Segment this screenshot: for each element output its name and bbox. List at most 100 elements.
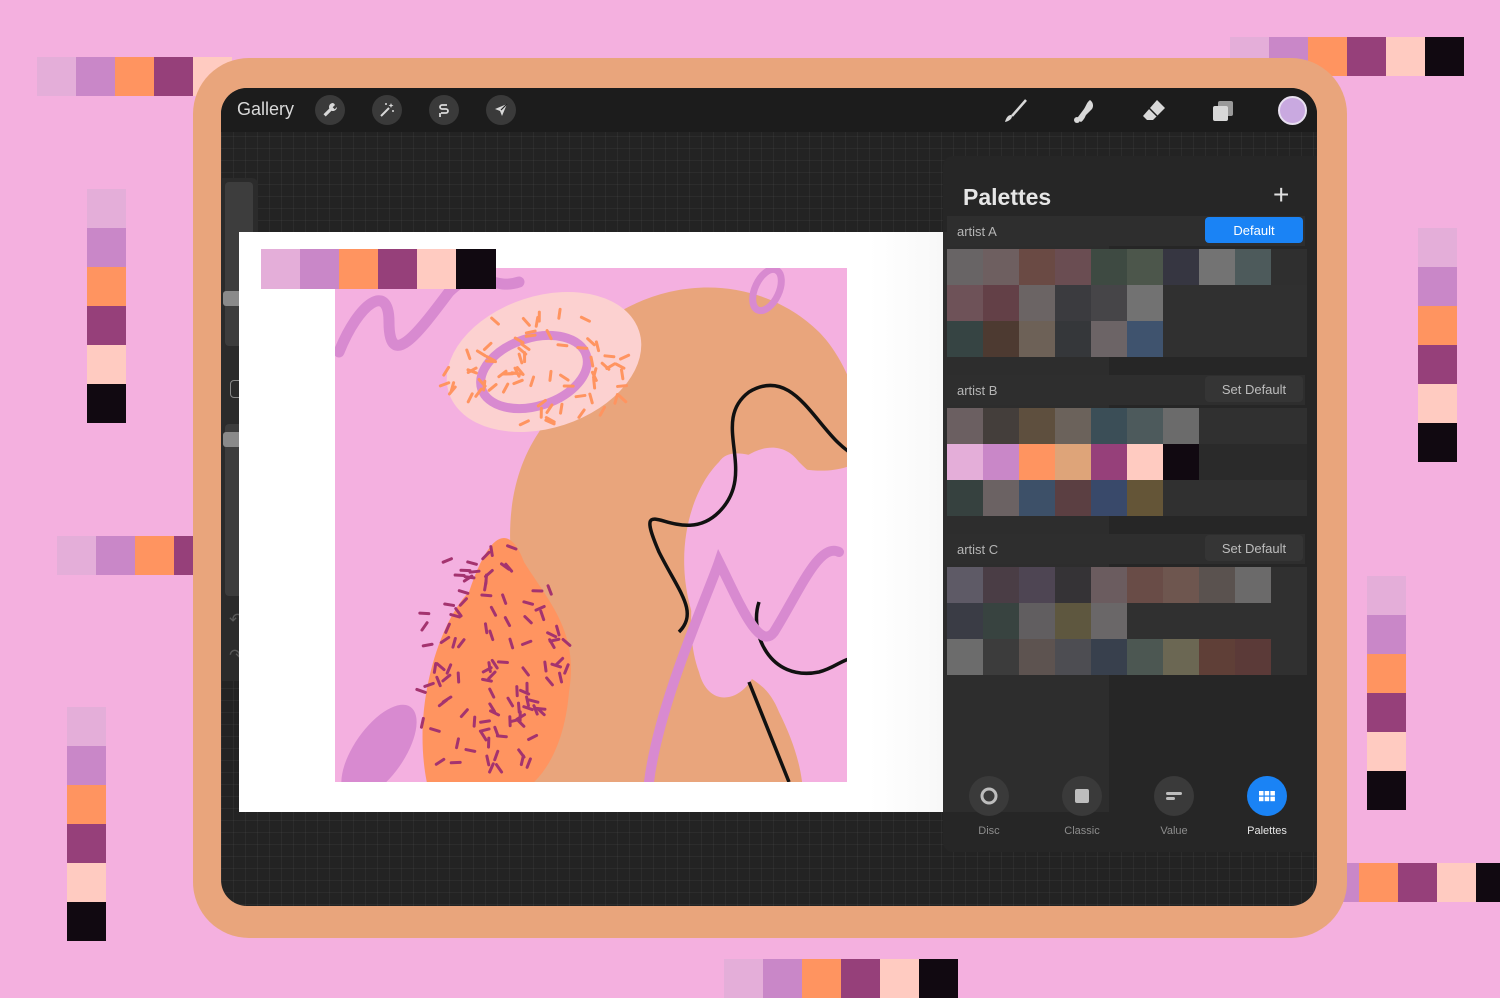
palette-swatch[interactable] <box>1199 480 1235 516</box>
current-color-button[interactable] <box>1278 96 1307 125</box>
palette-swatch[interactable] <box>1091 444 1127 480</box>
gallery-button[interactable]: Gallery <box>237 99 294 120</box>
palette-swatch[interactable] <box>947 639 983 675</box>
palette-swatch[interactable] <box>1019 567 1055 603</box>
palette-header-c[interactable]: artist C Set Default <box>947 534 1305 564</box>
palette-swatch[interactable] <box>1163 321 1199 357</box>
palette-swatch[interactable] <box>1127 321 1163 357</box>
palette-swatch[interactable] <box>1019 444 1055 480</box>
smudge-icon[interactable] <box>1070 96 1100 126</box>
palette-swatch[interactable] <box>1163 567 1199 603</box>
tab-value[interactable]: Value <box>1139 776 1209 837</box>
wrench-icon[interactable] <box>315 95 345 125</box>
palette-swatch[interactable] <box>983 603 1019 639</box>
palette-swatch[interactable] <box>1019 480 1055 516</box>
palette-swatch[interactable] <box>1235 408 1271 444</box>
palette-swatch[interactable] <box>1091 249 1127 285</box>
palette-swatch[interactable] <box>1199 321 1235 357</box>
palette-swatch[interactable] <box>1127 444 1163 480</box>
palette-swatch[interactable] <box>1091 639 1127 675</box>
palette-swatch[interactable] <box>1199 249 1235 285</box>
palette-swatch[interactable] <box>1199 444 1235 480</box>
palette-swatch[interactable] <box>1271 639 1307 675</box>
palette-swatch[interactable] <box>1235 249 1271 285</box>
palette-swatch[interactable] <box>1091 567 1127 603</box>
tab-palettes[interactable]: Palettes <box>1232 776 1302 837</box>
palette-swatch[interactable] <box>1019 249 1055 285</box>
palette-swatch[interactable] <box>1127 249 1163 285</box>
palette-swatch[interactable] <box>947 249 983 285</box>
palette-swatch[interactable] <box>947 603 983 639</box>
palette-swatch[interactable] <box>1271 444 1307 480</box>
palette-swatch[interactable] <box>1163 249 1199 285</box>
palette-swatch[interactable] <box>1127 480 1163 516</box>
palette-header-b[interactable]: artist B Set Default <box>947 375 1305 405</box>
palette-swatch[interactable] <box>983 444 1019 480</box>
palette-swatch[interactable] <box>1055 444 1091 480</box>
default-button[interactable]: Default <box>1205 217 1303 243</box>
palette-swatch[interactable] <box>1019 603 1055 639</box>
palette-swatch[interactable] <box>1091 321 1127 357</box>
selection-icon[interactable] <box>429 95 459 125</box>
palette-swatch[interactable] <box>1091 285 1127 321</box>
palette-header-a[interactable]: artist A Default <box>947 216 1305 246</box>
tab-disc[interactable]: Disc <box>954 776 1024 837</box>
palette-swatch[interactable] <box>983 408 1019 444</box>
palette-swatch[interactable] <box>1055 321 1091 357</box>
palette-swatch[interactable] <box>1235 639 1271 675</box>
palette-swatch[interactable] <box>1055 480 1091 516</box>
palette-swatch[interactable] <box>1271 567 1307 603</box>
palette-swatch[interactable] <box>1163 639 1199 675</box>
palette-swatch[interactable] <box>1091 480 1127 516</box>
set-default-button[interactable]: Set Default <box>1205 376 1303 402</box>
palette-swatch[interactable] <box>1127 567 1163 603</box>
transform-arrow-icon[interactable] <box>486 95 516 125</box>
palette-swatch[interactable] <box>1199 408 1235 444</box>
palette-swatch[interactable] <box>947 285 983 321</box>
palette-swatch[interactable] <box>1235 480 1271 516</box>
palette-swatch[interactable] <box>1127 285 1163 321</box>
palette-swatch[interactable] <box>1271 285 1307 321</box>
palette-swatch[interactable] <box>983 639 1019 675</box>
palette-swatch[interactable] <box>1235 285 1271 321</box>
palette-swatch[interactable] <box>983 480 1019 516</box>
palette-swatch[interactable] <box>1055 603 1091 639</box>
palette-swatch[interactable] <box>1091 408 1127 444</box>
palette-swatch[interactable] <box>1235 321 1271 357</box>
palette-swatch[interactable] <box>1199 639 1235 675</box>
palette-swatch[interactable] <box>947 567 983 603</box>
palette-swatch[interactable] <box>1271 249 1307 285</box>
palette-swatch[interactable] <box>1199 603 1235 639</box>
set-default-button[interactable]: Set Default <box>1205 535 1303 561</box>
palette-swatch[interactable] <box>1163 480 1199 516</box>
palette-swatch[interactable] <box>1235 567 1271 603</box>
palette-swatch[interactable] <box>1199 567 1235 603</box>
palette-swatch[interactable] <box>1127 603 1163 639</box>
palette-swatch[interactable] <box>947 480 983 516</box>
palette-swatch[interactable] <box>1271 603 1307 639</box>
palette-swatch[interactable] <box>1271 321 1307 357</box>
palette-swatch[interactable] <box>1271 408 1307 444</box>
palette-swatch[interactable] <box>1055 639 1091 675</box>
palette-swatch[interactable] <box>983 249 1019 285</box>
eraser-icon[interactable] <box>1139 96 1169 126</box>
palette-swatch[interactable] <box>1163 285 1199 321</box>
palette-swatch[interactable] <box>1091 603 1127 639</box>
magic-wand-icon[interactable] <box>372 95 402 125</box>
palette-swatch[interactable] <box>1055 567 1091 603</box>
palette-swatch[interactable] <box>983 567 1019 603</box>
palette-swatch[interactable] <box>1163 444 1199 480</box>
palette-swatch[interactable] <box>1127 408 1163 444</box>
palette-swatch[interactable] <box>1019 285 1055 321</box>
palette-swatch[interactable] <box>1163 408 1199 444</box>
palette-swatch[interactable] <box>1271 480 1307 516</box>
palette-swatch[interactable] <box>947 444 983 480</box>
palette-swatch[interactable] <box>983 321 1019 357</box>
palette-swatch[interactable] <box>1019 321 1055 357</box>
tab-classic[interactable]: Classic <box>1047 776 1117 837</box>
palette-swatch[interactable] <box>1235 444 1271 480</box>
palette-swatch[interactable] <box>1235 603 1271 639</box>
palette-swatch[interactable] <box>947 321 983 357</box>
palette-swatch[interactable] <box>1127 639 1163 675</box>
palette-swatch[interactable] <box>1199 285 1235 321</box>
